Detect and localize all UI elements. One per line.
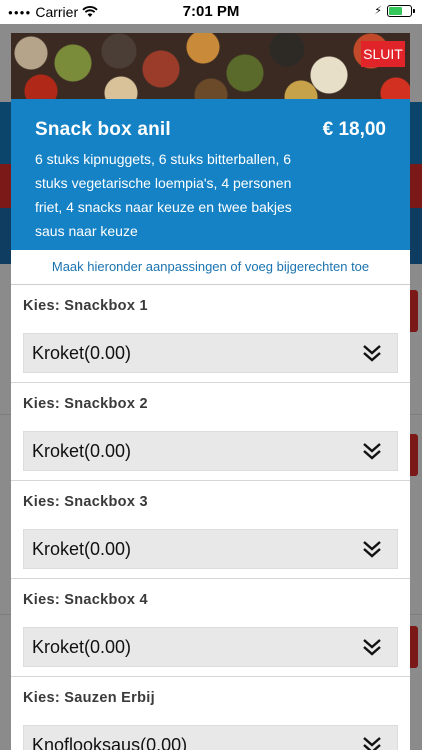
product-options-modal: SLUIT Snack box anil € 18,00 6 stuks kip…	[11, 33, 410, 750]
product-description: 6 stuks kipnuggets, 6 stuks bitterballen…	[35, 151, 292, 239]
status-bar: ●●●● Carrier 7:01 PM ⚡	[0, 0, 422, 24]
select-value: Kroket(0.00)	[32, 636, 132, 657]
double-chevron-down-icon	[363, 737, 381, 750]
clock: 7:01 PM	[182, 3, 240, 20]
product-header: Snack box anil € 18,00 6 stuks kipnugget…	[11, 99, 410, 250]
snackbox-4-select[interactable]: Kroket(0.00)	[23, 627, 398, 667]
option-group-snackbox-1: Kies: Snackbox 1 Kroket(0.00)	[11, 285, 410, 383]
option-group-label: Kies: Snackbox 1	[23, 298, 148, 314]
select-value: Knoflooksaus(0.00)	[32, 734, 188, 750]
option-group-label: Kies: Snackbox 3	[23, 494, 148, 510]
close-button[interactable]: SLUIT	[361, 41, 405, 67]
double-chevron-down-icon	[363, 639, 381, 656]
snackbox-1-select[interactable]: Kroket(0.00)	[23, 333, 398, 373]
option-group-snackbox-4: Kies: Snackbox 4 Kroket(0.00)	[11, 579, 410, 677]
double-chevron-down-icon	[363, 443, 381, 460]
option-group-sauzen: Kies: Sauzen Erbij Knoflooksaus(0.00)	[11, 677, 410, 750]
hero-image: SLUIT	[11, 33, 410, 99]
battery-icon	[387, 5, 415, 17]
customization-hint: Maak hieronder aanpassingen of voeg bijg…	[11, 250, 410, 285]
snackbox-3-select[interactable]: Kroket(0.00)	[23, 529, 398, 569]
option-group-label: Kies: Snackbox 2	[23, 396, 148, 412]
sauzen-select[interactable]: Knoflooksaus(0.00)	[23, 725, 398, 750]
snackbox-2-select[interactable]: Kroket(0.00)	[23, 431, 398, 471]
select-value: Kroket(0.00)	[32, 440, 132, 461]
select-value: Kroket(0.00)	[32, 342, 132, 363]
option-group-label: Kies: Snackbox 4	[23, 592, 148, 608]
double-chevron-down-icon	[363, 345, 381, 362]
select-value: Kroket(0.00)	[32, 538, 132, 559]
option-group-label: Kies: Sauzen Erbij	[23, 690, 155, 706]
option-group-snackbox-3: Kies: Snackbox 3 Kroket(0.00)	[11, 481, 410, 579]
option-group-snackbox-2: Kies: Snackbox 2 Kroket(0.00)	[11, 383, 410, 481]
charging-icon: ⚡	[374, 5, 382, 17]
product-price: € 18,00	[322, 119, 386, 140]
double-chevron-down-icon	[363, 541, 381, 558]
